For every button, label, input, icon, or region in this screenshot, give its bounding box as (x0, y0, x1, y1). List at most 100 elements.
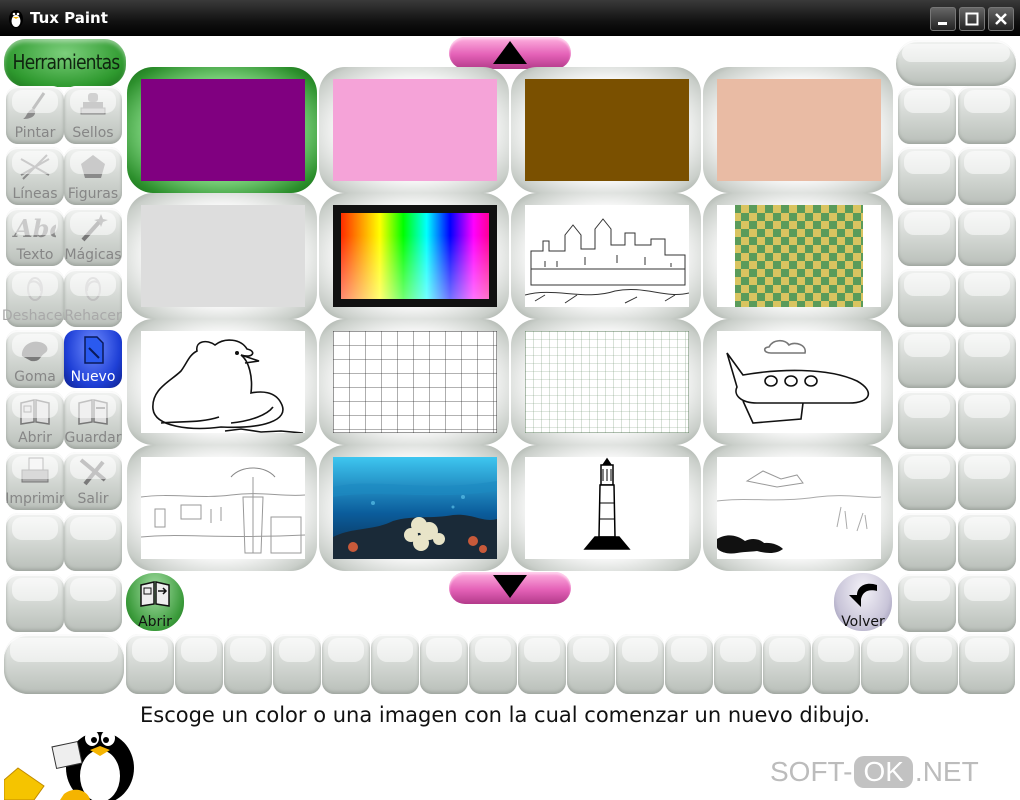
tool-guardar[interactable]: Guardar (64, 391, 122, 449)
airplane-drawing-image (717, 331, 881, 433)
right-slot (898, 269, 956, 327)
starter-color-peach[interactable] (703, 67, 893, 193)
right-slot (958, 391, 1016, 449)
open-button[interactable]: Abrir (126, 573, 184, 631)
right-slot (898, 574, 956, 632)
coast-scene-image (717, 457, 881, 559)
close-button[interactable] (988, 7, 1014, 31)
back-arrow-icon (849, 583, 877, 607)
color-swatch (333, 79, 497, 181)
tools-header: Herramientas (4, 39, 126, 87)
tool-slot-empty (6, 513, 64, 571)
color-swatch (717, 79, 881, 181)
watermark-ok: OK (854, 756, 913, 788)
tool-label: Rehacer (64, 308, 122, 324)
large-grid-image (333, 331, 497, 433)
watermark-left: SOFT- (770, 756, 853, 787)
minimize-button[interactable] (930, 7, 956, 31)
tool-magicas[interactable]: Mágicas (64, 208, 122, 266)
open-book-icon (140, 581, 170, 607)
palette-slot (567, 634, 615, 694)
checkerboard-image (717, 205, 881, 307)
palette-slot (714, 634, 762, 694)
starter-template-airplane[interactable] (703, 319, 893, 445)
maximize-button[interactable] (959, 7, 985, 31)
color-swatch (141, 79, 305, 181)
scroll-up-button[interactable] (449, 37, 571, 69)
tool-goma[interactable]: Goma (6, 330, 64, 388)
starter-color-brown[interactable] (511, 67, 701, 193)
tux-app-icon (9, 10, 23, 28)
starter-template-hen[interactable] (127, 319, 317, 445)
title-bar: Tux Paint (0, 0, 1020, 36)
palette-slot (959, 634, 1015, 694)
palette-slot (861, 634, 909, 694)
shapes-icon (81, 155, 105, 178)
tool-salir[interactable]: Salir (64, 452, 122, 510)
arrow-down-icon (493, 575, 527, 598)
palette-slot (518, 634, 566, 694)
scroll-down-button[interactable] (449, 572, 571, 604)
tower-drawing-image (525, 457, 689, 559)
tool-rehacer[interactable]: Rehacer (64, 269, 122, 327)
text-icon: Abc (12, 214, 56, 243)
tool-imprimir[interactable]: Imprimir (5, 452, 65, 510)
right-slot (898, 208, 956, 266)
tool-label: Salir (77, 491, 109, 507)
magic-wand-icon (81, 214, 108, 242)
back-button-label: Volver (841, 614, 885, 630)
palette-slot (910, 634, 958, 694)
starter-color-picker[interactable] (319, 193, 509, 319)
starter-color-purple[interactable] (127, 67, 317, 193)
new-document-icon (84, 336, 104, 364)
right-slot (898, 391, 956, 449)
svg-text:Abc: Abc (12, 214, 56, 243)
window-title: Tux Paint (30, 9, 108, 27)
tool-texto[interactable]: Abc Texto (6, 208, 64, 266)
palette-slot (126, 634, 174, 694)
starter-color-gray[interactable] (127, 193, 317, 319)
starter-template-tower[interactable] (511, 445, 701, 571)
starter-color-pink[interactable] (319, 67, 509, 193)
rainbow-palette-image (333, 205, 497, 307)
palette-slot (175, 634, 223, 694)
right-slot (898, 330, 956, 388)
tool-slot-empty (64, 513, 122, 571)
tool-lineas[interactable]: Líneas (6, 147, 64, 205)
ocean-reef-photo (333, 457, 497, 559)
palette-slot (322, 634, 370, 694)
eraser-icon (21, 341, 48, 362)
tool-abrir[interactable]: Abrir (6, 391, 64, 449)
starter-template-grid-large[interactable] (319, 319, 509, 445)
tool-nuevo[interactable]: Nuevo (64, 330, 122, 388)
watermark: SOFT- OK .NET (770, 756, 979, 788)
park-scene-image (141, 457, 305, 559)
right-slot (958, 208, 1016, 266)
tool-pintar[interactable]: Pintar (6, 86, 64, 144)
palette-slot (420, 634, 468, 694)
tool-figuras[interactable]: Figuras (64, 147, 122, 205)
tool-slot-empty (64, 574, 122, 632)
undo-icon (27, 277, 43, 301)
right-slot (958, 452, 1016, 510)
back-button[interactable]: Volver (834, 573, 892, 631)
tool-sellos[interactable]: Sellos (64, 86, 122, 144)
tool-label: Sellos (72, 125, 114, 141)
palette-slot (812, 634, 860, 694)
exit-icon (79, 458, 107, 486)
paintbrush-icon (23, 92, 46, 119)
color-swatch (141, 205, 305, 307)
starter-template-castle[interactable] (511, 193, 701, 319)
starter-template-grid-small[interactable] (511, 319, 701, 445)
lines-icon (20, 154, 50, 180)
right-slot (958, 147, 1016, 205)
starter-template-ocean[interactable] (319, 445, 509, 571)
starter-template-park-scene[interactable] (127, 445, 317, 571)
starter-template-checkerboard[interactable] (703, 193, 893, 319)
starter-template-coast[interactable] (703, 445, 893, 571)
stamp-icon (80, 93, 106, 115)
tool-deshacer[interactable]: Deshacer (2, 269, 68, 327)
small-grid-image (525, 331, 689, 433)
palette-slot (616, 634, 664, 694)
right-slot (958, 86, 1016, 144)
